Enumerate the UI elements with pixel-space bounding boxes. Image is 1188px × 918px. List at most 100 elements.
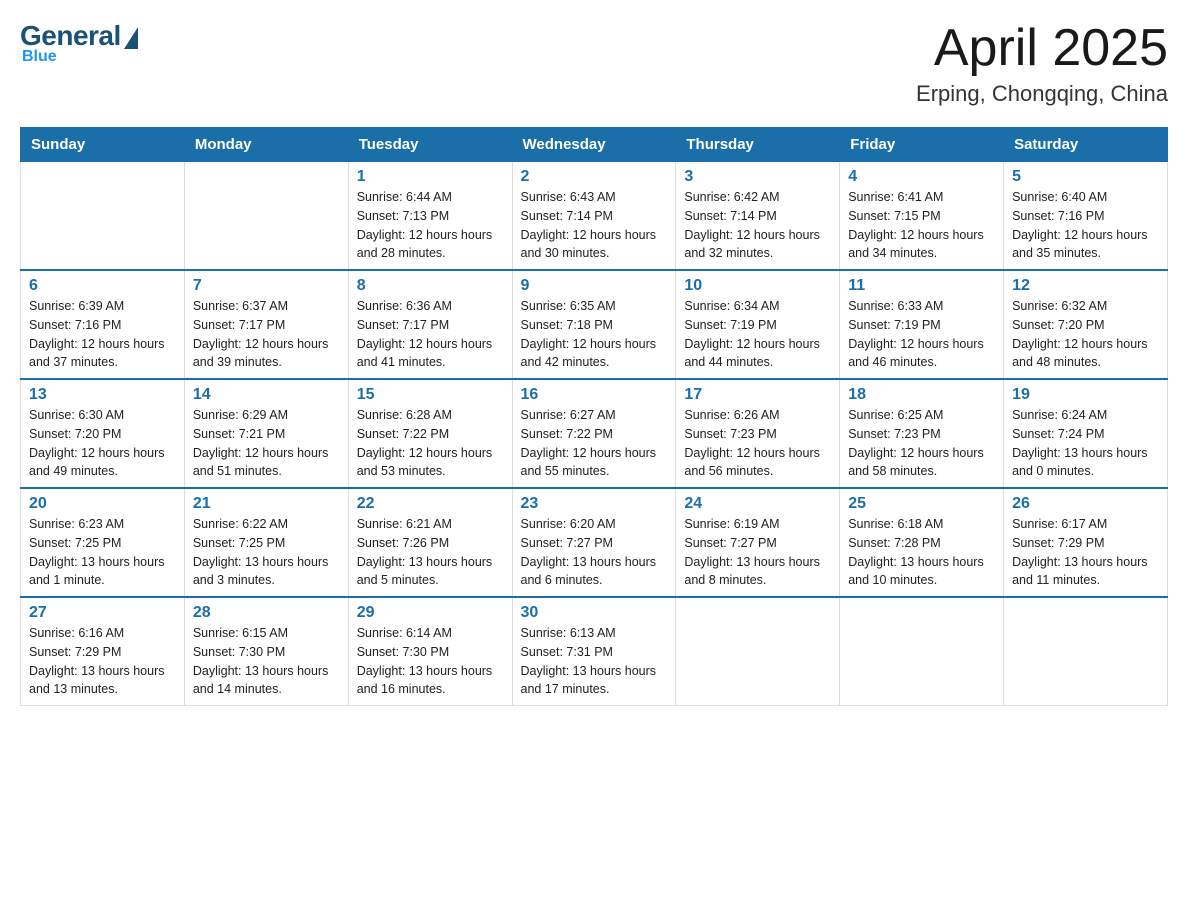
calendar-cell: 11Sunrise: 6:33 AMSunset: 7:19 PMDayligh…	[840, 270, 1004, 379]
calendar-cell: 1 Sunrise: 6:44 AMSunset: 7:13 PMDaylight…	[348, 162, 512, 271]
day-info: Sunrise: 6:15 AMSunset: 7:30 PMDaylight:…	[193, 624, 340, 699]
calendar-cell: 14 Sunrise: 6:29 AMSunset: 7:21 PMDayligh…	[184, 379, 348, 488]
calendar-cell: 25Sunrise: 6:18 AMSunset: 7:28 PMDayligh…	[840, 488, 1004, 597]
day-info: Sunrise: 6:14 AMSunset: 7:30 PMDaylight:…	[357, 624, 504, 699]
day-info: Sunrise: 6:39 AMSunset: 7:16 PMDaylight:…	[29, 297, 176, 372]
day-number: 16	[521, 386, 668, 404]
day-info: Sunrise: 6:34 AMSunset: 7:19 PMDaylight:…	[684, 297, 831, 372]
day-info: Sunrise: 6:20 AMSunset: 7:27 PMDaylight:…	[521, 515, 668, 590]
day-number: 13	[29, 386, 176, 404]
day-info: Sunrise: 6:19 AMSunset: 7:27 PMDaylight:…	[684, 515, 831, 590]
day-number: 15	[357, 386, 504, 404]
day-number: 30	[521, 604, 668, 622]
day-info: Sunrise: 6:41 AMSunset: 7:15 PMDaylight:…	[848, 188, 995, 263]
day-number: 9	[521, 277, 668, 295]
calendar-cell: 2Sunrise: 6:43 AMSunset: 7:14 PMDaylight…	[512, 162, 676, 271]
calendar-cell: 22 Sunrise: 6:21 AMSunset: 7:26 PMDayligh…	[348, 488, 512, 597]
calendar-cell: 12Sunrise: 6:32 AMSunset: 7:20 PMDayligh…	[1004, 270, 1168, 379]
calendar-table: SundayMondayTuesdayWednesdayThursdayFrid…	[20, 127, 1168, 706]
calendar-cell: 28 Sunrise: 6:15 AMSunset: 7:30 PMDayligh…	[184, 597, 348, 706]
day-info: Sunrise: 6:37 AMSunset: 7:17 PMDaylight:…	[193, 297, 340, 372]
calendar-cell	[840, 597, 1004, 706]
calendar-header-thursday: Thursday	[676, 128, 840, 162]
day-info: Sunrise: 6:27 AMSunset: 7:22 PMDaylight:…	[521, 406, 668, 481]
calendar-cell: 16 Sunrise: 6:27 AMSunset: 7:22 PMDayligh…	[512, 379, 676, 488]
logo: General Blue	[20, 20, 138, 66]
day-number: 21	[193, 495, 340, 513]
day-number: 26	[1012, 495, 1159, 513]
calendar-cell: 4 Sunrise: 6:41 AMSunset: 7:15 PMDaylight…	[840, 162, 1004, 271]
day-info: Sunrise: 6:25 AMSunset: 7:23 PMDaylight:…	[848, 406, 995, 481]
day-info: Sunrise: 6:26 AMSunset: 7:23 PMDaylight:…	[684, 406, 831, 481]
day-number: 22	[357, 495, 504, 513]
day-info: Sunrise: 6:18 AMSunset: 7:28 PMDaylight:…	[848, 515, 995, 590]
calendar-cell: 6 Sunrise: 6:39 AMSunset: 7:16 PMDaylight…	[21, 270, 185, 379]
day-info: Sunrise: 6:21 AMSunset: 7:26 PMDaylight:…	[357, 515, 504, 590]
calendar-week-row: 1 Sunrise: 6:44 AMSunset: 7:13 PMDaylight…	[21, 162, 1168, 271]
calendar-cell: 20 Sunrise: 6:23 AMSunset: 7:25 PMDayligh…	[21, 488, 185, 597]
day-number: 3	[684, 168, 831, 186]
day-number: 14	[193, 386, 340, 404]
page-header: General Blue April 2025 Erping, Chongqin…	[20, 20, 1168, 107]
calendar-cell: 18 Sunrise: 6:25 AMSunset: 7:23 PMDayligh…	[840, 379, 1004, 488]
logo-blue-text: Blue	[22, 48, 57, 66]
day-info: Sunrise: 6:24 AMSunset: 7:24 PMDaylight:…	[1012, 406, 1159, 481]
calendar-header-sunday: Sunday	[21, 128, 185, 162]
day-number: 23	[521, 495, 668, 513]
day-number: 20	[29, 495, 176, 513]
calendar-week-row: 13 Sunrise: 6:30 AMSunset: 7:20 PMDayligh…	[21, 379, 1168, 488]
day-number: 2	[521, 168, 668, 186]
day-number: 29	[357, 604, 504, 622]
day-number: 24	[684, 495, 831, 513]
day-info: Sunrise: 6:32 AMSunset: 7:20 PMDaylight:…	[1012, 297, 1159, 372]
calendar-cell: 30 Sunrise: 6:13 AMSunset: 7:31 PMDayligh…	[512, 597, 676, 706]
location: Erping, Chongqing, China	[916, 81, 1168, 107]
calendar-cell: 27 Sunrise: 6:16 AMSunset: 7:29 PMDayligh…	[21, 597, 185, 706]
day-info: Sunrise: 6:13 AMSunset: 7:31 PMDaylight:…	[521, 624, 668, 699]
day-number: 8	[357, 277, 504, 295]
calendar-header-friday: Friday	[840, 128, 1004, 162]
calendar-cell: 3Sunrise: 6:42 AMSunset: 7:14 PMDaylight…	[676, 162, 840, 271]
day-number: 10	[684, 277, 831, 295]
calendar-cell: 13 Sunrise: 6:30 AMSunset: 7:20 PMDayligh…	[21, 379, 185, 488]
day-number: 27	[29, 604, 176, 622]
calendar-cell	[184, 162, 348, 271]
logo-triangle-icon	[124, 27, 138, 49]
calendar-cell: 23 Sunrise: 6:20 AMSunset: 7:27 PMDayligh…	[512, 488, 676, 597]
day-info: Sunrise: 6:30 AMSunset: 7:20 PMDaylight:…	[29, 406, 176, 481]
calendar-week-row: 6 Sunrise: 6:39 AMSunset: 7:16 PMDaylight…	[21, 270, 1168, 379]
day-info: Sunrise: 6:29 AMSunset: 7:21 PMDaylight:…	[193, 406, 340, 481]
day-number: 17	[684, 386, 831, 404]
day-number: 18	[848, 386, 995, 404]
day-number: 1	[357, 168, 504, 186]
calendar-header-row: SundayMondayTuesdayWednesdayThursdayFrid…	[21, 128, 1168, 162]
day-number: 19	[1012, 386, 1159, 404]
calendar-cell	[1004, 597, 1168, 706]
calendar-cell	[676, 597, 840, 706]
day-number: 6	[29, 277, 176, 295]
calendar-header-saturday: Saturday	[1004, 128, 1168, 162]
calendar-cell: 9Sunrise: 6:35 AMSunset: 7:18 PMDaylight…	[512, 270, 676, 379]
day-info: Sunrise: 6:22 AMSunset: 7:25 PMDaylight:…	[193, 515, 340, 590]
title-section: April 2025 Erping, Chongqing, China	[916, 20, 1168, 107]
day-number: 5	[1012, 168, 1159, 186]
day-info: Sunrise: 6:23 AMSunset: 7:25 PMDaylight:…	[29, 515, 176, 590]
calendar-header-wednesday: Wednesday	[512, 128, 676, 162]
day-info: Sunrise: 6:44 AMSunset: 7:13 PMDaylight:…	[357, 188, 504, 263]
calendar-week-row: 20 Sunrise: 6:23 AMSunset: 7:25 PMDayligh…	[21, 488, 1168, 597]
calendar-header-tuesday: Tuesday	[348, 128, 512, 162]
calendar-cell	[21, 162, 185, 271]
calendar-cell: 19 Sunrise: 6:24 AMSunset: 7:24 PMDayligh…	[1004, 379, 1168, 488]
day-info: Sunrise: 6:16 AMSunset: 7:29 PMDaylight:…	[29, 624, 176, 699]
day-number: 4	[848, 168, 995, 186]
calendar-cell: 17 Sunrise: 6:26 AMSunset: 7:23 PMDayligh…	[676, 379, 840, 488]
calendar-cell: 15Sunrise: 6:28 AMSunset: 7:22 PMDayligh…	[348, 379, 512, 488]
day-info: Sunrise: 6:40 AMSunset: 7:16 PMDaylight:…	[1012, 188, 1159, 263]
calendar-cell: 5 Sunrise: 6:40 AMSunset: 7:16 PMDaylight…	[1004, 162, 1168, 271]
calendar-cell: 7 Sunrise: 6:37 AMSunset: 7:17 PMDaylight…	[184, 270, 348, 379]
calendar-cell: 21 Sunrise: 6:22 AMSunset: 7:25 PMDayligh…	[184, 488, 348, 597]
calendar-cell: 10 Sunrise: 6:34 AMSunset: 7:19 PMDayligh…	[676, 270, 840, 379]
calendar-week-row: 27 Sunrise: 6:16 AMSunset: 7:29 PMDayligh…	[21, 597, 1168, 706]
day-number: 28	[193, 604, 340, 622]
day-number: 7	[193, 277, 340, 295]
